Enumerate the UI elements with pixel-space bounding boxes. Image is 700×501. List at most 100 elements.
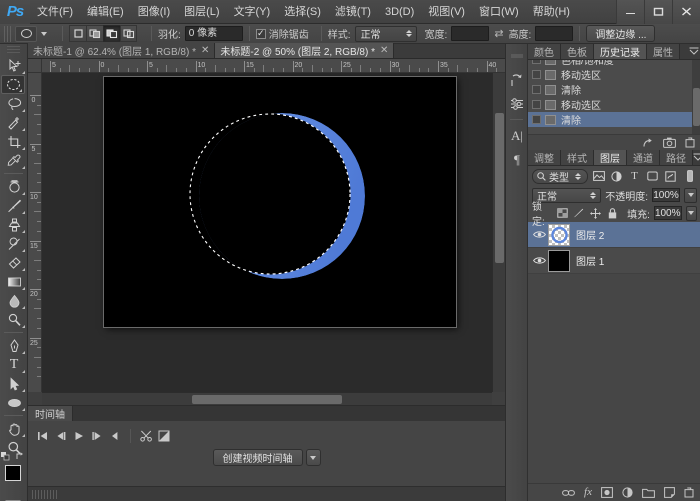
horizontal-scrollbar-thumb[interactable]: [192, 395, 342, 404]
new-selection-button[interactable]: [69, 25, 86, 42]
subtract-from-selection-button[interactable]: [103, 25, 120, 42]
horizontal-scrollbar[interactable]: [42, 392, 492, 405]
split-clip-button[interactable]: [137, 428, 155, 444]
filter-pixel-icon[interactable]: [591, 169, 606, 184]
swap-colors-icon[interactable]: [16, 452, 25, 463]
add-layer-style-icon[interactable]: fx: [584, 487, 592, 498]
create-video-timeline-button[interactable]: 创建视频时间轴: [212, 449, 303, 466]
layer-visibility-icon[interactable]: [530, 256, 548, 265]
options-bar-grip[interactable]: [4, 25, 12, 42]
lasso-tool[interactable]: [1, 94, 27, 113]
menu-3d[interactable]: 3D(D): [378, 0, 421, 24]
document-tab-2[interactable]: 未标题-2 @ 50% (图层 2, RGB/8) * ✕: [215, 43, 395, 58]
horizontal-ruler[interactable]: 5 0 5 10 15 20 25 30 35 40: [42, 59, 505, 73]
history-item[interactable]: 移动选区: [528, 97, 700, 112]
layer-row[interactable]: 图层 1: [528, 248, 700, 274]
timeline-grip[interactable]: [32, 489, 58, 499]
blur-tool[interactable]: [1, 291, 27, 310]
go-to-first-frame-button[interactable]: [34, 428, 52, 444]
vertical-scrollbar[interactable]: [492, 73, 505, 392]
elliptical-marquee-tool[interactable]: [1, 75, 25, 94]
layer-row-selected[interactable]: 图层 2: [528, 222, 700, 248]
close-icon[interactable]: ✕: [380, 45, 388, 56]
new-layer-icon[interactable]: [664, 487, 675, 498]
lock-image-pixels-icon[interactable]: [572, 206, 585, 221]
history-item[interactable]: 移动选区: [528, 67, 700, 82]
width-input[interactable]: [451, 26, 490, 41]
vertical-scrollbar-thumb[interactable]: [495, 113, 504, 263]
delete-state-icon[interactable]: [685, 137, 695, 148]
path-selection-tool[interactable]: [1, 374, 27, 393]
tool-preset-chevron-down-icon[interactable]: [38, 26, 50, 42]
gradient-tool[interactable]: [1, 272, 27, 291]
filter-toggle-icon[interactable]: [682, 169, 697, 184]
history-item-selected[interactable]: 清除: [528, 112, 700, 127]
hand-tool[interactable]: [1, 419, 27, 438]
minimize-button[interactable]: [616, 0, 644, 24]
tab-adjustments[interactable]: 调整: [528, 150, 561, 165]
transition-button[interactable]: [155, 428, 173, 444]
menu-file[interactable]: 文件(F): [30, 0, 80, 24]
lock-all-icon[interactable]: [606, 206, 619, 221]
play-button[interactable]: [70, 428, 88, 444]
create-timeline-chevron-down-icon[interactable]: [305, 449, 321, 466]
menu-view[interactable]: 视图(V): [421, 0, 472, 24]
opacity-chevron-down-icon[interactable]: [684, 187, 697, 203]
tab-paths[interactable]: 路径: [660, 150, 693, 165]
previous-frame-button[interactable]: [52, 428, 70, 444]
menu-filter[interactable]: 滤镜(T): [328, 0, 378, 24]
history-snapshot-checkbox[interactable]: [532, 115, 541, 124]
brush-tool[interactable]: [1, 196, 27, 215]
pen-tool[interactable]: [1, 336, 27, 355]
new-snapshot-icon[interactable]: [663, 137, 676, 148]
adjustments-rail-icon[interactable]: [506, 92, 528, 116]
history-item[interactable]: 清除: [528, 82, 700, 97]
tab-properties[interactable]: 属性: [647, 44, 680, 59]
document-tab-1[interactable]: 未标题-1 @ 62.4% (图层 1, RGB/8) * ✕: [28, 43, 216, 58]
antialias-checkbox[interactable]: ✓: [255, 28, 266, 39]
type-tool[interactable]: T: [1, 355, 27, 374]
swap-dimensions-icon[interactable]: ⇄: [494, 27, 503, 40]
filter-type-icon[interactable]: T: [627, 169, 642, 184]
menu-edit[interactable]: 编辑(E): [80, 0, 131, 24]
link-layers-icon[interactable]: [562, 489, 575, 497]
dodge-tool[interactable]: [1, 310, 27, 329]
new-group-icon[interactable]: [642, 488, 655, 498]
tab-swatches[interactable]: 色板: [561, 44, 594, 59]
eyedropper-tool[interactable]: [1, 151, 27, 170]
next-frame-button[interactable]: [88, 428, 106, 444]
character-rail-icon[interactable]: A|: [506, 123, 528, 147]
default-colors-icon[interactable]: [1, 452, 10, 463]
history-rail-icon[interactable]: [506, 68, 528, 92]
layer-thumbnail[interactable]: [548, 249, 570, 272]
tab-channels[interactable]: 通道: [627, 150, 660, 165]
add-to-selection-button[interactable]: [86, 25, 103, 42]
canvas-scroll-area[interactable]: [42, 73, 505, 392]
audio-button[interactable]: [106, 428, 124, 444]
opacity-input[interactable]: 100%: [652, 188, 680, 202]
history-snapshot-checkbox[interactable]: [532, 85, 541, 94]
tab-color[interactable]: 颜色: [528, 44, 561, 59]
layer-visibility-icon[interactable]: [530, 230, 548, 239]
menu-image[interactable]: 图像(I): [131, 0, 177, 24]
delete-layer-icon[interactable]: [684, 487, 694, 498]
clone-stamp-tool[interactable]: [1, 215, 27, 234]
tab-timeline[interactable]: 时间轴: [28, 406, 73, 421]
tab-layers[interactable]: 图层: [594, 150, 627, 165]
add-layer-mask-icon[interactable]: [601, 487, 613, 498]
filter-adjustment-icon[interactable]: [609, 169, 624, 184]
history-list[interactable]: 色相/饱和度 移动选区 清除 移动选区 清除: [528, 60, 700, 134]
ellipse-shape-tool[interactable]: [1, 393, 27, 412]
ellipse-marquee-icon[interactable]: [15, 25, 37, 42]
menu-layer[interactable]: 图层(L): [177, 0, 226, 24]
history-brush-tool[interactable]: [1, 234, 27, 253]
feather-input[interactable]: 0 像素: [184, 26, 243, 41]
ruler-corner[interactable]: [28, 59, 42, 73]
paragraph-rail-icon[interactable]: ¶: [506, 147, 528, 171]
eraser-tool[interactable]: [1, 253, 27, 272]
menu-window[interactable]: 窗口(W): [472, 0, 526, 24]
menu-select[interactable]: 选择(S): [277, 0, 328, 24]
history-scrollbar[interactable]: [692, 60, 700, 134]
intersect-with-selection-button[interactable]: [120, 25, 137, 42]
close-icon[interactable]: ✕: [201, 45, 209, 56]
